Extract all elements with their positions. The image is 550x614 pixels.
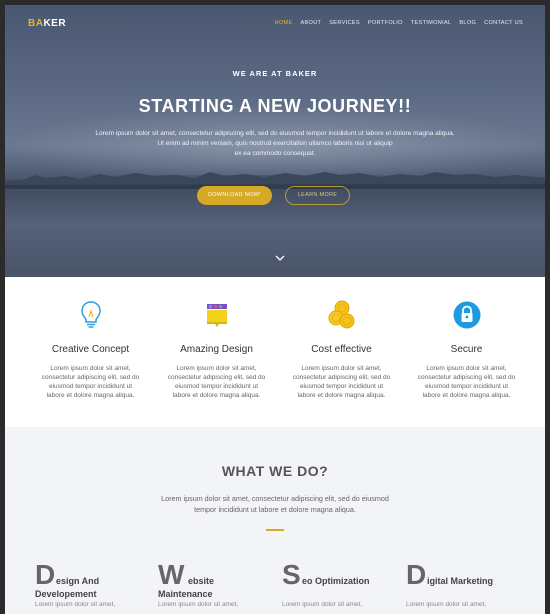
nav-item-testimonial[interactable]: TESTIMONIAL — [411, 20, 452, 26]
nav-item-services[interactable]: SERVICES — [329, 20, 360, 26]
hero-water-reflection — [5, 189, 545, 277]
hero-description: Lorem ipsum dolor sit amet, consectetur … — [70, 129, 480, 159]
lock-icon — [453, 301, 480, 329]
section-description: Lorem ipsum dolor sit amet, consectetur … — [161, 494, 389, 514]
service-name: igital Marketing — [427, 576, 494, 586]
brand-logo-part1: BA — [28, 18, 44, 29]
main-nav: HOME ABOUT SERVICES PORTFOLIO TESTIMONIA… — [275, 20, 523, 26]
brand-logo-part2: KER — [43, 18, 67, 29]
nav-item-blog[interactable]: BLOG — [459, 20, 476, 26]
feature-title: Creative Concept — [51, 344, 130, 355]
lightbulb-icon — [80, 301, 101, 328]
feature-description: Lorem ipsum dolor sit amet, consectetur … — [292, 365, 391, 399]
service-description: Lorem ipsum dolor sit amet, — [35, 601, 116, 608]
section-divider — [266, 529, 284, 531]
nav-item-about[interactable]: ABOUT — [301, 20, 322, 26]
download-now-button[interactable]: DOWNLOAD NOW! — [197, 186, 272, 205]
hero-text-line: Lorem ipsum dolor sit amet, consectetur … — [95, 130, 455, 137]
hero-section: BAKER HOME ABOUT SERVICES PORTFOLIO TEST… — [5, 5, 545, 277]
feature-description: Lorem ipsum dolor sit amet, consectetur … — [417, 365, 516, 399]
hero-eyebrow: WE ARE AT BAKER — [232, 69, 318, 78]
feature-title: Secure — [450, 344, 483, 355]
hero-treeline — [5, 172, 545, 189]
design-palette-icon — [206, 304, 227, 327]
hero-text-line: ex ea commodo consequat. — [234, 150, 316, 157]
feature-creative-concept: Creative Concept Lorem ipsum dolor sit a… — [28, 299, 153, 400]
feature-description: Lorem ipsum dolor sit amet, consectetur … — [41, 365, 140, 399]
feature-description: Lorem ipsum dolor sit amet, consectetur … — [167, 365, 266, 399]
features-section: Creative Concept Lorem ipsum dolor sit a… — [5, 277, 545, 427]
nav-item-home[interactable]: HOME — [275, 20, 293, 26]
section-title: WHAT WE DO? — [221, 463, 329, 479]
feature-cost-effective: Cost effective Lorem ipsum dolor sit ame… — [279, 299, 404, 400]
feature-title: Cost effective — [311, 344, 372, 355]
coins-icon — [328, 300, 354, 329]
nav-item-portfolio[interactable]: PORTFOLIO — [368, 20, 403, 26]
nav-item-contact[interactable]: CONTACT US — [484, 20, 523, 26]
page: BAKER HOME ABOUT SERVICES PORTFOLIO TEST… — [5, 5, 545, 614]
what-we-do-section: WHAT WE DO? Lorem ipsum dolor sit amet, … — [5, 427, 545, 614]
service-description: Lorem ipsum dolor sit amet, — [406, 601, 487, 608]
service-name: ebsite Maintenance — [158, 576, 215, 599]
learn-more-button[interactable]: LEARN MORE — [285, 186, 350, 205]
chevron-down-icon[interactable] — [275, 254, 285, 262]
feature-secure: Secure Lorem ipsum dolor sit amet, conse… — [404, 299, 529, 400]
feature-title: Amazing Design — [180, 344, 253, 355]
service-description: Lorem ipsum dolor sit amet, — [282, 601, 363, 608]
hero-headline: STARTING A NEW JOURNEY!! — [138, 96, 412, 116]
feature-amazing-design: Amazing Design Lorem ipsum dolor sit ame… — [154, 299, 279, 400]
service-name: eo Optimization — [302, 576, 370, 586]
hero-text-line: Ut enim ad minim veniam, quis nostrud ex… — [157, 140, 393, 147]
service-description: Lorem ipsum dolor sit amet, — [158, 601, 239, 608]
brand-logo[interactable]: BAKER — [28, 18, 66, 29]
service-name: esign And Developement — [35, 576, 100, 599]
